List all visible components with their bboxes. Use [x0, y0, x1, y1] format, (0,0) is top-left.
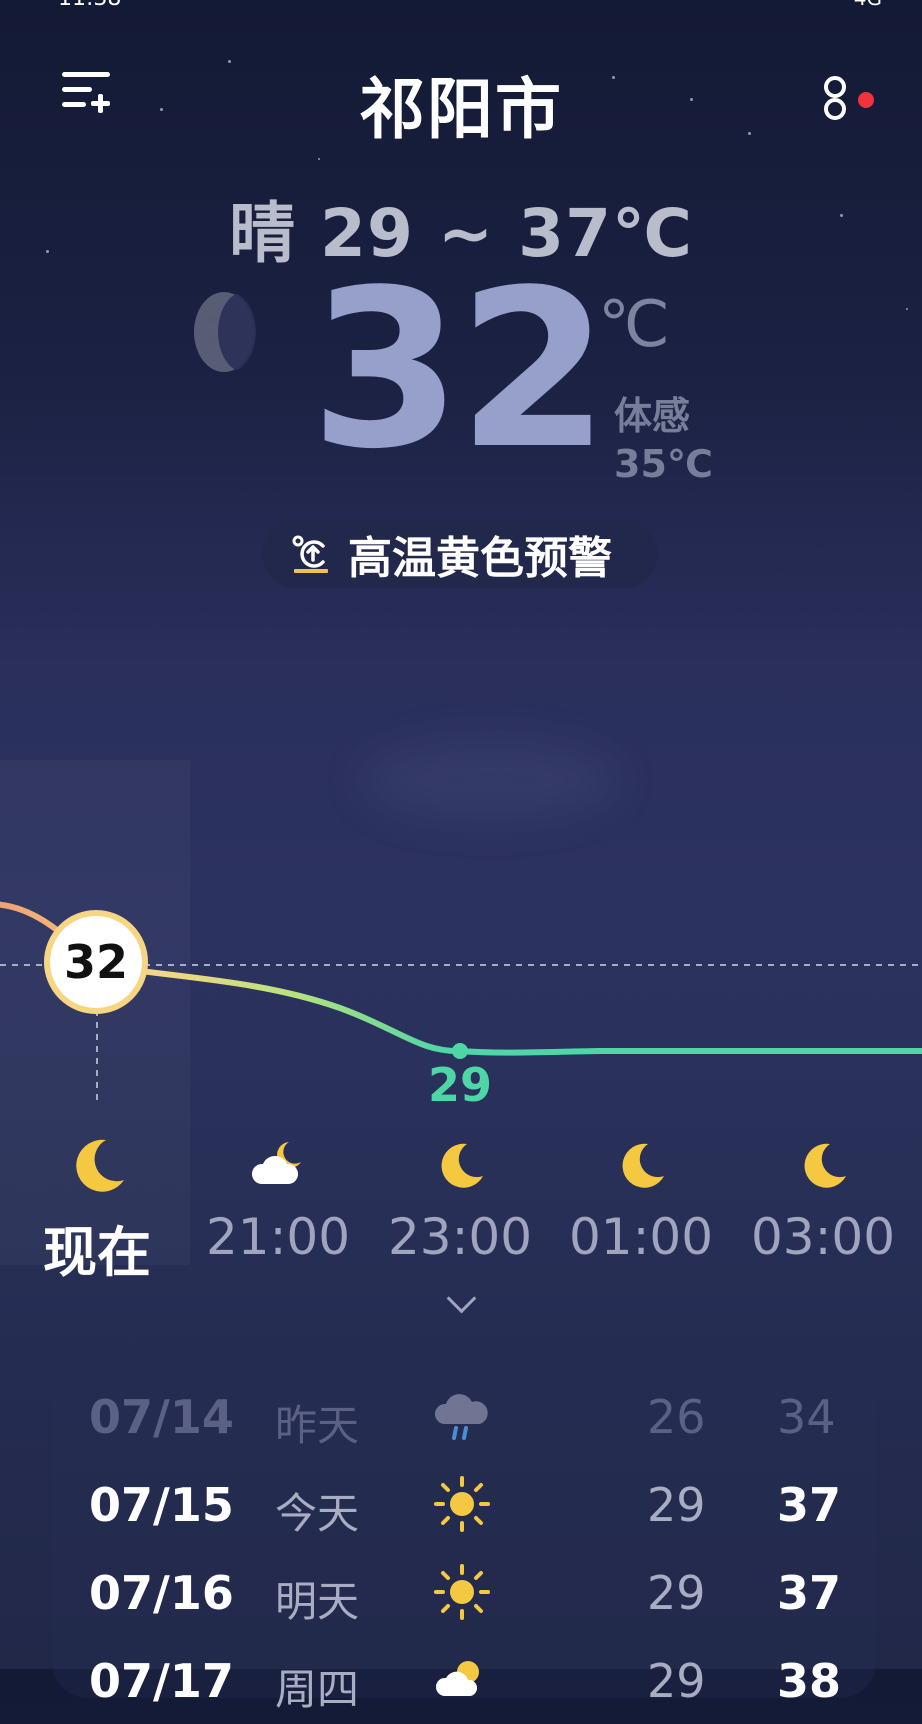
- daily-high: 37: [777, 1478, 842, 1532]
- cloud-glow: [360, 740, 620, 820]
- min-temperature-point: [452, 1043, 468, 1059]
- hour-item[interactable]: 21:00: [188, 1130, 368, 1266]
- daily-row-today[interactable]: 07/15 今天 29 37: [52, 1468, 876, 1548]
- daily-low: 26: [647, 1390, 706, 1444]
- daily-day-name: 今天: [275, 1489, 360, 1538]
- heat-alert-badge[interactable]: 高温黄色预警: [262, 520, 658, 588]
- hour-item[interactable]: 23:00: [370, 1130, 550, 1266]
- moon-icon: [425, 1130, 495, 1200]
- hour-label: 03:00: [750, 1208, 896, 1266]
- daily-forecast: 07/14 昨天 26 34 07/15 今天 29 37 07/16 明天 2…: [52, 1358, 876, 1714]
- rain-icon: [432, 1386, 492, 1446]
- moon-icon: [606, 1130, 676, 1200]
- high-temperature-warning-icon: [292, 534, 332, 574]
- status-indicators: 4G: [854, 0, 882, 10]
- temperature-unit: ℃: [598, 288, 670, 362]
- city-title[interactable]: 祁阳市: [0, 56, 922, 152]
- feels-like-label: 体感: [614, 394, 691, 438]
- feels-like-value: 35℃: [614, 442, 713, 486]
- daily-low: 29: [647, 1654, 706, 1708]
- daily-high: 37: [777, 1566, 842, 1620]
- daily-date: 07/15: [89, 1478, 234, 1532]
- sun-icon: [432, 1474, 492, 1534]
- current-temperature: 32: [310, 244, 609, 497]
- hour-label: 现在: [43, 1221, 151, 1284]
- hour-label: 21:00: [205, 1208, 351, 1266]
- top-bar: 祁阳市: [0, 40, 922, 148]
- moon-icon: [192, 290, 256, 374]
- notification-dot: [858, 92, 874, 108]
- hour-item-now[interactable]: 现在: [7, 1130, 187, 1287]
- current-temperature-marker: 32: [44, 910, 148, 1014]
- min-temperature-label: 29: [428, 1058, 493, 1112]
- daily-day-name: 明天: [275, 1577, 360, 1626]
- status-bar: 11:38 4G: [0, 0, 922, 11]
- moon-icon: [788, 1130, 858, 1200]
- partly-cloudy-icon: [432, 1650, 492, 1710]
- daily-low: 29: [647, 1566, 706, 1620]
- daily-day-name: 昨天: [275, 1401, 360, 1450]
- daily-date: 07/16: [89, 1566, 234, 1620]
- hour-item[interactable]: 01:00: [551, 1130, 731, 1266]
- chevron-down-icon[interactable]: [446, 1283, 477, 1314]
- daily-row-tomorrow[interactable]: 07/16 明天 29 37: [52, 1556, 876, 1636]
- daily-date: 07/14: [89, 1390, 234, 1444]
- hourly-forecast: 现在 21:00 23:00 01:00 03:00: [0, 1130, 922, 1284]
- daily-row[interactable]: 07/17 周四 29 38: [52, 1644, 876, 1724]
- daily-row-yesterday[interactable]: 07/14 昨天 26 34: [52, 1380, 876, 1460]
- moon-icon: [62, 1130, 132, 1200]
- status-time: 11:38: [58, 0, 121, 11]
- sun-icon: [432, 1562, 492, 1622]
- daily-high: 38: [777, 1654, 842, 1708]
- cloudy-night-icon: [243, 1130, 313, 1200]
- daily-date: 07/17: [89, 1654, 234, 1708]
- hour-label: 23:00: [387, 1208, 533, 1266]
- hour-item[interactable]: 03:00: [733, 1130, 913, 1266]
- network-indicator: 4G: [854, 0, 882, 10]
- hour-label: 01:00: [568, 1208, 714, 1266]
- daily-high: 34: [777, 1390, 836, 1444]
- daily-day-name: 周四: [275, 1665, 360, 1714]
- alert-text: 高温黄色预警: [348, 533, 612, 584]
- daily-low: 29: [647, 1478, 706, 1532]
- more-dots-icon[interactable]: [818, 70, 852, 130]
